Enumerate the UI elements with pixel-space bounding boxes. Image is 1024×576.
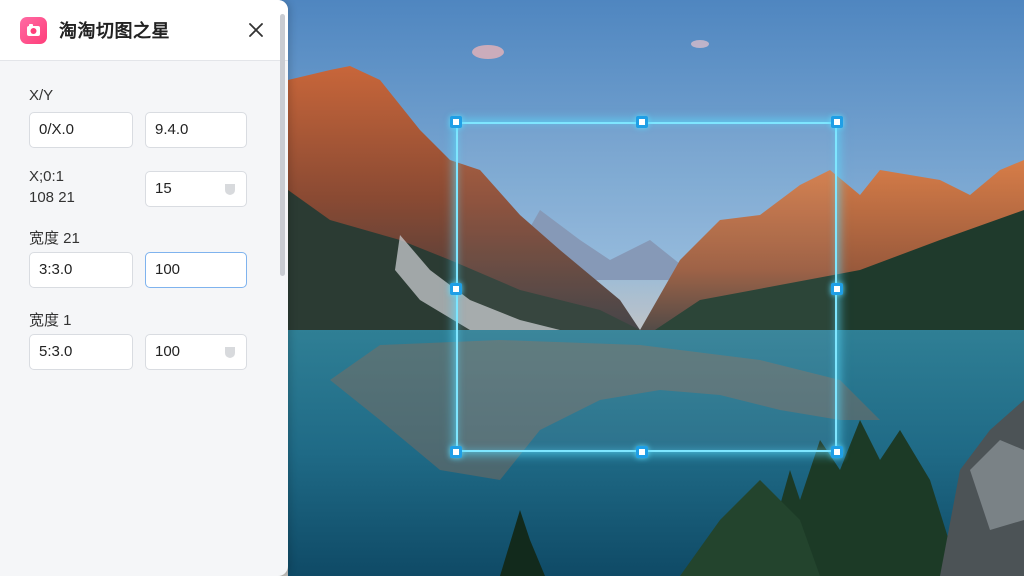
shield-icon [225,184,235,195]
height-input-b[interactable]: 100 [145,334,247,370]
width-input-a[interactable]: 3:3.0 [29,252,133,288]
crop-handle-top-left[interactable] [450,116,462,128]
crop-handle-middle-left[interactable] [450,283,462,295]
crop-handle-bottom-center[interactable] [636,446,648,458]
y-input[interactable]: 9.4.0 [145,112,247,148]
app-logo-icon [20,16,47,44]
close-icon [249,23,263,37]
height-value-b: 100 [155,343,181,360]
ratio-sublabel: 108 21 [29,189,75,206]
ratio-input[interactable]: 15 [145,171,247,207]
crop-handle-bottom-right[interactable] [831,446,843,458]
crop-handle-top-center[interactable] [636,116,648,128]
crop-selection-frame[interactable] [456,122,837,452]
app-title: 淘淘切图之星 [59,21,170,41]
panel-header: 淘淘切图之星 [0,0,288,61]
settings-panel: 淘淘切图之星 X/Y 0/X.0 9.4.0 X;0:1 108 21 15 宽… [0,0,288,576]
shield-icon [225,347,235,358]
ratio-value: 15 [155,180,172,197]
crop-handle-bottom-left[interactable] [450,446,462,458]
panel-scrollbar[interactable] [280,14,285,276]
x-input[interactable]: 0/X.0 [29,112,133,148]
height-input-a[interactable]: 100 [145,252,247,288]
ratio-label: X;0:1 [29,168,65,185]
xy-label: X/Y [29,87,54,104]
width-label-b: 宽度 1 [29,312,72,329]
close-button[interactable] [244,18,268,42]
width-label-a: 宽度 21 [29,230,80,247]
width-input-b[interactable]: 5:3.0 [29,334,133,370]
crop-handle-middle-right[interactable] [831,283,843,295]
crop-handle-top-right[interactable] [831,116,843,128]
